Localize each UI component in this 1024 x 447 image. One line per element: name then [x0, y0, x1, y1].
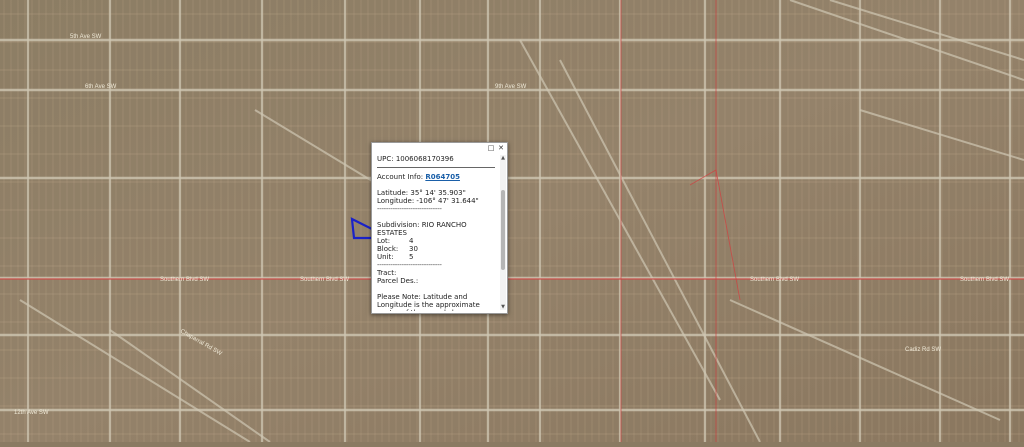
- block-value: 30: [409, 245, 418, 253]
- upc-text: UPC: 1006068170396: [377, 155, 454, 163]
- account-link[interactable]: R064705: [425, 173, 460, 181]
- road-label: Southern Blvd SW: [160, 277, 209, 283]
- lot-row: Lot: 4: [377, 237, 497, 245]
- close-icon[interactable]: ✕: [497, 144, 505, 152]
- parcel-des-label: Parcel Des.:: [377, 277, 419, 285]
- latitude-text: Latitude: 35° 14' 35.903": [377, 189, 466, 197]
- unit-value: 5: [409, 253, 414, 261]
- divider: [377, 167, 495, 168]
- note-text: Please Note: Latitude and Longitude is t…: [377, 293, 480, 311]
- road-label: Southern Blvd SW: [960, 277, 1009, 283]
- road-label: Cadiz Rd SW: [905, 347, 941, 353]
- unit-label: Unit:: [377, 253, 394, 261]
- aerial-map-canvas[interactable]: 5th Ave SW 6th Ave SW 9th Ave SW Southern B…: [0, 0, 1024, 443]
- lot-label: Lot:: [377, 237, 391, 245]
- map-view[interactable]: 5th Ave SW 6th Ave SW 9th Ave SW Southern B…: [0, 0, 1024, 443]
- road-label: 5th Ave SW: [70, 34, 102, 40]
- popup-content: UPC: 1006068170396 Account Info: R064705…: [377, 155, 497, 311]
- road-label: Southern Blvd SW: [300, 277, 349, 283]
- block-row: Block: 30: [377, 245, 497, 253]
- maximize-icon[interactable]: □: [487, 144, 495, 152]
- popup-titlebar: □ ✕: [487, 144, 505, 153]
- account-label: Account Info:: [377, 173, 424, 181]
- road-label: 9th Ave SW: [495, 84, 527, 90]
- road-label: 12th Ave SW: [14, 410, 49, 416]
- tract-label: Tract:: [377, 269, 397, 277]
- subdivision-label: Subdivision:: [377, 221, 420, 229]
- dash-separator: -----------------------------: [377, 261, 442, 269]
- scroll-up-icon[interactable]: ▲: [500, 155, 506, 161]
- parcel-info-popup[interactable]: □ ✕ UPC: 1006068170396 Account Info: R06…: [371, 142, 508, 314]
- block-label: Block:: [377, 245, 399, 253]
- road-label: Southern Blvd SW: [750, 277, 799, 283]
- lot-value: 4: [409, 237, 414, 245]
- subdivision-text: Subdivision: RIO RANCHO ESTATES: [377, 221, 497, 237]
- account-info: Account Info: R064705: [377, 173, 497, 181]
- road-label: 6th Ave SW: [85, 84, 117, 90]
- longitude-text: Longitude: -106° 47' 31.644": [377, 197, 479, 205]
- scrollbar-thumb[interactable]: [501, 190, 505, 270]
- unit-row: Unit: 5: [377, 253, 497, 261]
- dash-separator: -----------------------------: [377, 205, 442, 213]
- popup-scrollbar[interactable]: ▲ ▼: [500, 155, 506, 310]
- terrain-background: [0, 0, 1024, 442]
- scroll-down-icon[interactable]: ▼: [500, 304, 506, 310]
